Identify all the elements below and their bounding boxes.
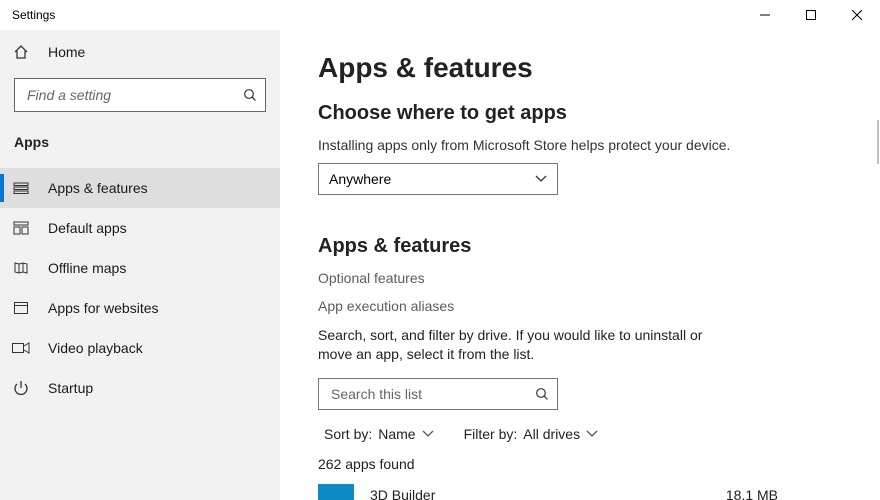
sidebar-item-label: Offline maps (48, 260, 126, 276)
scrollbar[interactable] (877, 120, 879, 164)
search-icon (535, 387, 549, 401)
home-label: Home (48, 44, 85, 60)
apps-for-websites-icon (12, 300, 30, 316)
filter-value: All drives (523, 426, 580, 442)
find-setting-input[interactable] (14, 78, 266, 112)
choose-apps-help: Installing apps only from Microsoft Stor… (318, 137, 840, 153)
window-title: Settings (12, 8, 55, 22)
app-row[interactable]: 3D Builder 18.1 MB (318, 482, 778, 500)
sidebar-item-default-apps[interactable]: Default apps (0, 208, 280, 248)
sidebar-item-startup[interactable]: Startup (0, 368, 280, 408)
find-setting-field[interactable] (25, 86, 243, 104)
app-execution-aliases-link[interactable]: App execution aliases (318, 298, 840, 314)
apps-count: 262 apps found (318, 456, 840, 472)
apps-features-header: Apps & features (318, 235, 840, 258)
app-icon (318, 484, 354, 500)
sidebar-item-label: Default apps (48, 220, 127, 236)
sidebar-item-label: Startup (48, 380, 93, 396)
filter-by-control[interactable]: Filter by: All drives (464, 426, 598, 442)
video-playback-icon (12, 341, 30, 355)
search-help-text: Search, sort, and filter by drive. If yo… (318, 326, 738, 364)
startup-icon (12, 380, 30, 396)
sidebar-item-offline-maps[interactable]: Offline maps (0, 248, 280, 288)
sort-label: Sort by: (324, 426, 372, 442)
sort-by-control[interactable]: Sort by: Name (324, 426, 434, 442)
maximize-button[interactable] (788, 0, 834, 30)
page-title: Apps & features (318, 52, 840, 84)
close-button[interactable] (834, 0, 880, 30)
choose-apps-dropdown[interactable]: Anywhere (318, 163, 558, 195)
sidebar-item-label: Apps for websites (48, 300, 159, 316)
chevron-down-icon (586, 430, 598, 438)
minimize-button[interactable] (742, 0, 788, 30)
choose-apps-value: Anywhere (329, 171, 391, 187)
main-content: Apps & features Choose where to get apps… (280, 30, 880, 500)
sidebar-item-apps-features[interactable]: Apps & features (0, 168, 280, 208)
sidebar: Home Apps Apps & features (0, 30, 280, 500)
offline-maps-icon (12, 260, 30, 276)
optional-features-link[interactable]: Optional features (318, 270, 840, 286)
app-size: 18.1 MB (726, 487, 778, 500)
search-list-input[interactable] (318, 378, 558, 410)
sidebar-item-video-playback[interactable]: Video playback (0, 328, 280, 368)
filter-label: Filter by: (464, 426, 518, 442)
default-apps-icon (12, 220, 30, 236)
choose-apps-header: Choose where to get apps (318, 102, 840, 125)
chevron-down-icon (422, 430, 434, 438)
home-nav[interactable]: Home (0, 32, 280, 72)
sidebar-item-apps-for-websites[interactable]: Apps for websites (0, 288, 280, 328)
apps-features-icon (12, 180, 30, 196)
sort-value: Name (378, 426, 415, 442)
chevron-down-icon (535, 175, 547, 183)
sidebar-item-label: Apps & features (48, 180, 148, 196)
search-icon (243, 88, 257, 102)
title-bar: Settings (0, 0, 880, 30)
home-icon (12, 44, 30, 60)
window-controls (742, 0, 880, 30)
search-list-field[interactable] (329, 385, 535, 403)
section-apps-label: Apps (0, 118, 280, 158)
sidebar-item-label: Video playback (48, 340, 143, 356)
app-name: 3D Builder (370, 487, 710, 500)
